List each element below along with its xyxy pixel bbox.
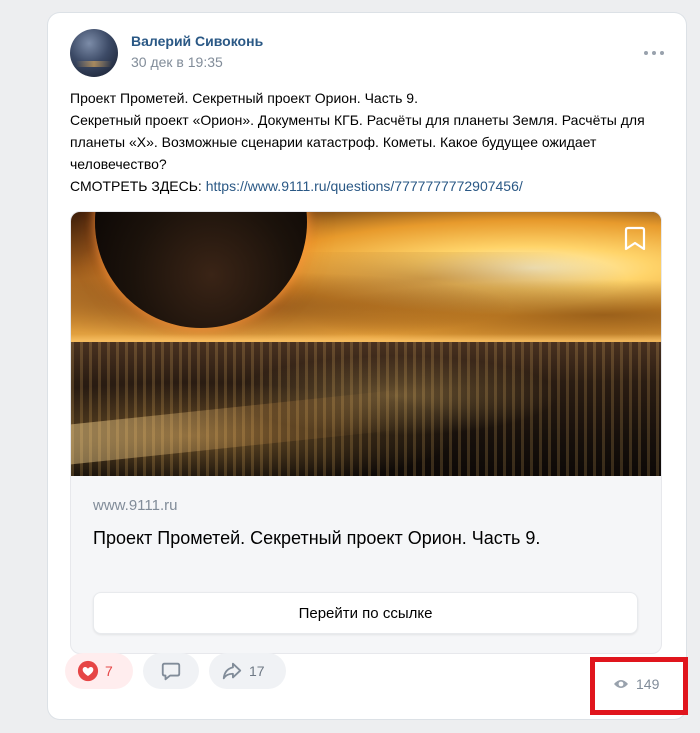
comment-button[interactable] xyxy=(143,653,199,689)
avatar[interactable] xyxy=(70,29,118,77)
author-name[interactable]: Валерий Сивоконь xyxy=(131,33,263,49)
post-line-1: Проект Прометей. Секретный проект Орион.… xyxy=(70,90,418,106)
comment-icon xyxy=(161,662,181,681)
heart-icon xyxy=(77,660,99,682)
like-button[interactable]: 7 xyxy=(65,653,133,689)
views-counter: 149 xyxy=(613,676,659,692)
post-text: Проект Прометей. Секретный проект Орион.… xyxy=(70,87,670,197)
post-line-2: Секретный проект «Орион». Документы КГБ.… xyxy=(70,112,645,172)
eye-icon xyxy=(614,680,628,688)
link-attachment[interactable]: www.9111.ru Проект Прометей. Секретный п… xyxy=(70,211,662,654)
attachment-site: www.9111.ru xyxy=(93,497,178,514)
post-date[interactable]: 30 дек в 19:35 xyxy=(131,54,223,70)
post-link[interactable]: https://www.9111.ru/questions/7777777772… xyxy=(206,178,523,194)
attachment-image[interactable] xyxy=(71,212,661,476)
bookmark-icon[interactable] xyxy=(623,226,647,252)
post-link-line: СМОТРЕТЬ ЗДЕСЬ: https://www.9111.ru/ques… xyxy=(70,175,670,197)
post-header: Валерий Сивоконь 30 дек в 19:35 xyxy=(70,29,666,77)
avatar-glow xyxy=(76,61,112,67)
share-arrow-icon xyxy=(222,662,242,680)
attachment-title[interactable]: Проект Прометей. Секретный проект Орион.… xyxy=(93,528,540,549)
views-count: 149 xyxy=(636,676,660,692)
like-count: 7 xyxy=(105,663,113,679)
post-card: Валерий Сивоконь 30 дек в 19:35 Проект П… xyxy=(48,13,686,719)
open-link-button[interactable]: Перейти по ссылке xyxy=(93,592,638,634)
link-prefix: СМОТРЕТЬ ЗДЕСЬ: xyxy=(70,178,206,194)
views-highlight-box: 149 xyxy=(590,657,688,715)
share-count: 17 xyxy=(249,663,265,679)
share-button[interactable]: 17 xyxy=(209,653,286,689)
more-dots-icon[interactable] xyxy=(644,49,664,57)
